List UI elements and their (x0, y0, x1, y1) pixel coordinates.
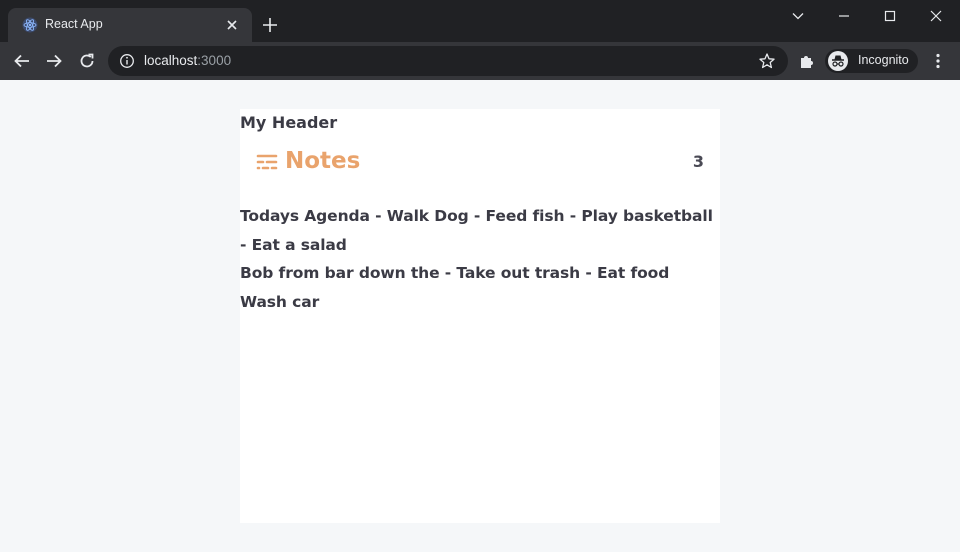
notes-header: Notes 3 (256, 147, 704, 179)
browser-toolbar: localhost:3000 Incognito (0, 42, 960, 80)
arrow-right-icon[interactable] (44, 51, 64, 71)
kebab-menu-icon[interactable] (928, 51, 948, 71)
maximize-icon[interactable] (880, 6, 900, 26)
notes-list-icon (256, 154, 278, 170)
tab-title: React App (45, 17, 103, 31)
chevron-down-icon[interactable] (788, 6, 808, 26)
notes-list: Todays Agenda - Walk Dog - Feed fish - P… (240, 202, 718, 316)
reload-icon[interactable] (77, 51, 97, 71)
close-icon[interactable] (926, 6, 946, 26)
app-container: My Header Notes 3 Todays Agenda - Walk D… (240, 109, 720, 523)
url-port: :3000 (197, 53, 232, 68)
incognito-icon (828, 51, 848, 71)
url-host: localhost (144, 53, 198, 68)
minimize-icon[interactable] (834, 6, 854, 26)
plus-icon[interactable] (261, 16, 279, 34)
arrow-left-icon[interactable] (12, 51, 32, 71)
close-icon[interactable] (224, 17, 240, 33)
browser-titlebar: React App (0, 0, 960, 42)
incognito-profile-button[interactable]: Incognito (825, 49, 918, 73)
notes-title: Notes (285, 148, 361, 174)
note-item[interactable]: Bob from bar down the - Take out trash -… (240, 259, 718, 288)
url-text[interactable]: localhost:3000 (144, 53, 231, 68)
page-header: My Header (240, 113, 338, 132)
puzzle-icon[interactable] (797, 51, 817, 71)
page-viewport: My Header Notes 3 Todays Agenda - Walk D… (0, 80, 960, 552)
note-item[interactable]: Wash car (240, 288, 718, 317)
incognito-label: Incognito (858, 53, 909, 67)
browser-tab[interactable]: React App (8, 8, 252, 42)
notes-count-badge: 3 (692, 152, 704, 171)
note-item[interactable]: Todays Agenda - Walk Dog - Feed fish - P… (240, 202, 718, 259)
info-icon[interactable] (119, 53, 135, 69)
star-icon[interactable] (758, 52, 776, 70)
address-bar[interactable]: localhost:3000 (108, 46, 788, 76)
react-logo-icon (22, 17, 38, 33)
